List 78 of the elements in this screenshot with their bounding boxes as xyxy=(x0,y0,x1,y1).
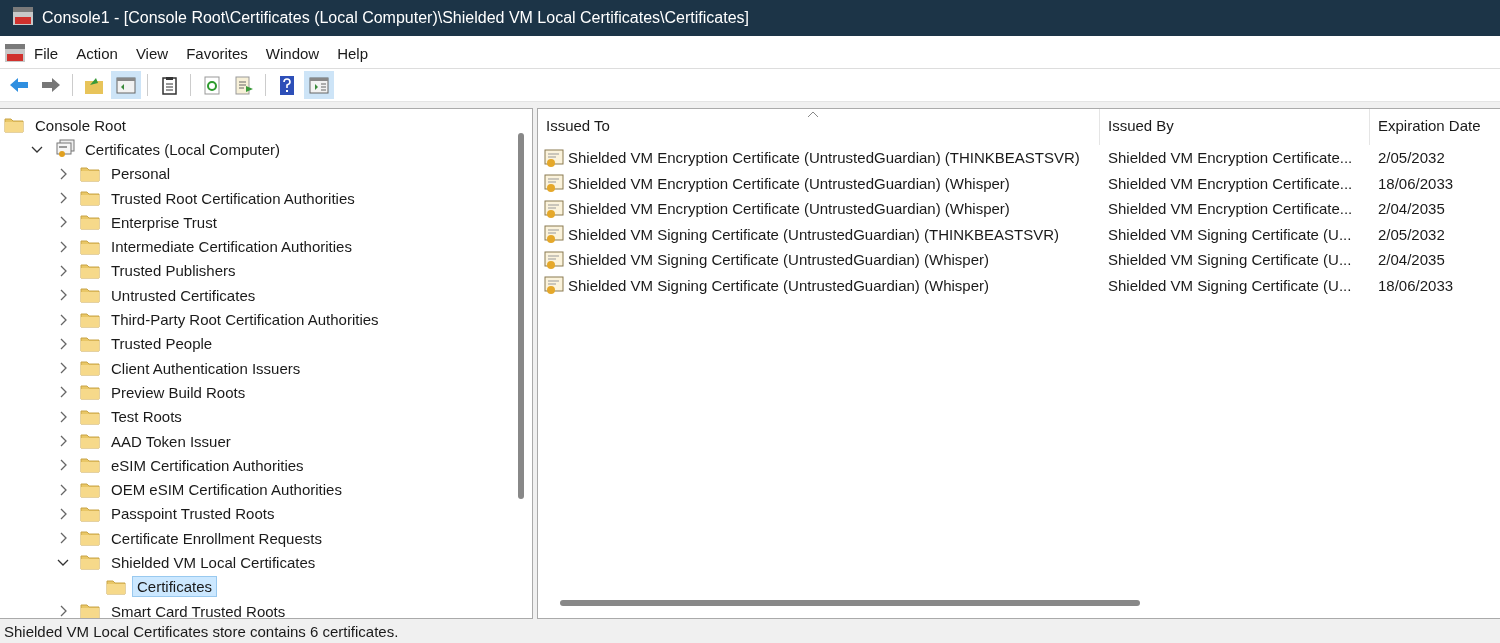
tree-item[interactable]: Trusted Root Certification Authorities xyxy=(106,187,360,209)
tree-pane-button[interactable] xyxy=(111,71,141,99)
window-title: Console1 - [Console Root\Certificates (Local Computer)\Shielded VM Local Certificates\Certificates] xyxy=(42,9,749,27)
table-cell: Shielded VM Encryption Certificate... xyxy=(1108,174,1353,192)
tree-item[interactable]: Shielded VM Local Certificates xyxy=(106,552,321,573)
menu-item[interactable]: View xyxy=(127,44,177,62)
table-cell: Shielded VM Signing Certificate (UntrustedGuardian) (THINKBEASTSVR) xyxy=(568,225,1060,243)
tree-item[interactable]: Test Roots xyxy=(106,406,187,428)
tree-item[interactable]: Intermediate Certification Authorities xyxy=(106,236,357,258)
tree-item[interactable]: Certificate Enrollment Requests xyxy=(106,527,327,549)
menu-item[interactable]: File xyxy=(26,44,67,62)
certificate-icon xyxy=(544,198,566,219)
folder-icon xyxy=(80,358,102,379)
table-cell: Shielded VM Encryption Certificate... xyxy=(1108,149,1353,167)
tree-item[interactable]: Client Authentication Issuers xyxy=(106,357,306,379)
export-list-icon xyxy=(233,74,255,96)
menu-item[interactable]: Action xyxy=(68,44,126,62)
table-cell: 2/05/2032 xyxy=(1378,149,1445,167)
folder-icon xyxy=(80,188,102,209)
refresh-icon xyxy=(201,74,223,96)
table-cell: Shielded VM Signing Certificate (UntrustedGuardian) (Whisper) xyxy=(568,251,989,269)
column-header[interactable]: Issued To xyxy=(538,109,1100,145)
table-cell: Shielded VM Encryption Certificate (UntrustedGuardian) (THINKBEASTSVR) xyxy=(568,149,1080,167)
tree-item[interactable]: Preview Build Roots xyxy=(106,381,251,403)
tree-item[interactable]: OEM eSIM Certification Authorities xyxy=(106,479,347,501)
menu-item[interactable]: Window xyxy=(257,44,328,62)
table-cell: Shielded VM Signing Certificate (U... xyxy=(1108,276,1352,294)
tree-item[interactable]: Trusted Publishers xyxy=(106,260,241,282)
scrollbar-thumb[interactable] xyxy=(560,600,1140,606)
folder-icon xyxy=(80,285,102,306)
folder-icon xyxy=(4,115,26,136)
table-cell: 2/04/2035 xyxy=(1378,200,1445,218)
table-cell: 18/06/2033 xyxy=(1378,174,1454,192)
tree-item[interactable]: Personal xyxy=(106,163,176,185)
table-cell: Shielded VM Encryption Certificate (UntrustedGuardian) (Whisper) xyxy=(568,200,1010,218)
table-cell: Shielded VM Signing Certificate (U... xyxy=(1108,225,1352,243)
certificate-icon xyxy=(544,249,566,270)
folder-icon xyxy=(80,431,102,451)
tree-pane-icon xyxy=(115,74,137,96)
certificate-icon xyxy=(544,224,566,245)
folder-icon xyxy=(80,552,102,573)
console-icon xyxy=(4,43,26,63)
action-pane-icon xyxy=(308,74,330,96)
certificate-icon xyxy=(544,147,566,168)
tree-item[interactable]: AAD Token Issuer xyxy=(106,430,236,452)
action-pane-button[interactable] xyxy=(304,71,334,99)
tree-item[interactable]: Untrusted Certificates xyxy=(106,284,261,306)
menu-item[interactable]: Help xyxy=(329,44,377,62)
tree-item[interactable]: Passpoint Trusted Roots xyxy=(106,503,280,525)
folder-icon xyxy=(80,528,102,549)
certificate-icon xyxy=(544,275,566,296)
tree-item[interactable]: Console Root xyxy=(30,114,131,136)
tree-item[interactable]: Smart Card Trusted Roots xyxy=(106,600,291,618)
folder-icon xyxy=(80,601,102,618)
column-header[interactable]: Issued By xyxy=(1100,109,1370,145)
status-text: Shielded VM Local Certificates store contains 6 certificates. xyxy=(4,622,399,640)
menu-item[interactable]: Favorites xyxy=(178,44,256,62)
column-header[interactable]: Expiration Date xyxy=(1370,109,1500,145)
console-icon xyxy=(12,6,34,26)
table-cell: Shielded VM Encryption Certificate (UntrustedGuardian) (Whisper) xyxy=(568,174,1010,192)
table-cell: Shielded VM Signing Certificate (U... xyxy=(1108,251,1352,269)
tree-item[interactable]: Trusted People xyxy=(106,333,218,355)
tree-item[interactable]: Enterprise Trust xyxy=(106,211,222,233)
certificate-icon xyxy=(544,173,566,194)
table-cell: Shielded VM Signing Certificate (UntrustedGuardian) (Whisper) xyxy=(568,276,989,294)
folder-icon xyxy=(80,455,102,476)
certificate-store-icon xyxy=(54,139,76,160)
tree-item[interactable]: eSIM Certification Authorities xyxy=(106,454,309,476)
table-cell: 2/04/2035 xyxy=(1378,251,1445,269)
tree-item[interactable]: Third-Party Root Certification Authorities xyxy=(106,309,384,330)
table-cell: 2/05/2032 xyxy=(1378,225,1445,243)
tree-item[interactable]: Certificates xyxy=(132,576,218,598)
table-cell: Shielded VM Encryption Certificate... xyxy=(1108,200,1353,218)
tree-item[interactable]: Certificates (Local Computer) xyxy=(80,138,286,160)
scrollbar-thumb[interactable] xyxy=(518,133,524,499)
folder-icon xyxy=(80,382,102,403)
table-cell: 18/06/2033 xyxy=(1378,276,1454,294)
folder-icon xyxy=(80,212,102,233)
